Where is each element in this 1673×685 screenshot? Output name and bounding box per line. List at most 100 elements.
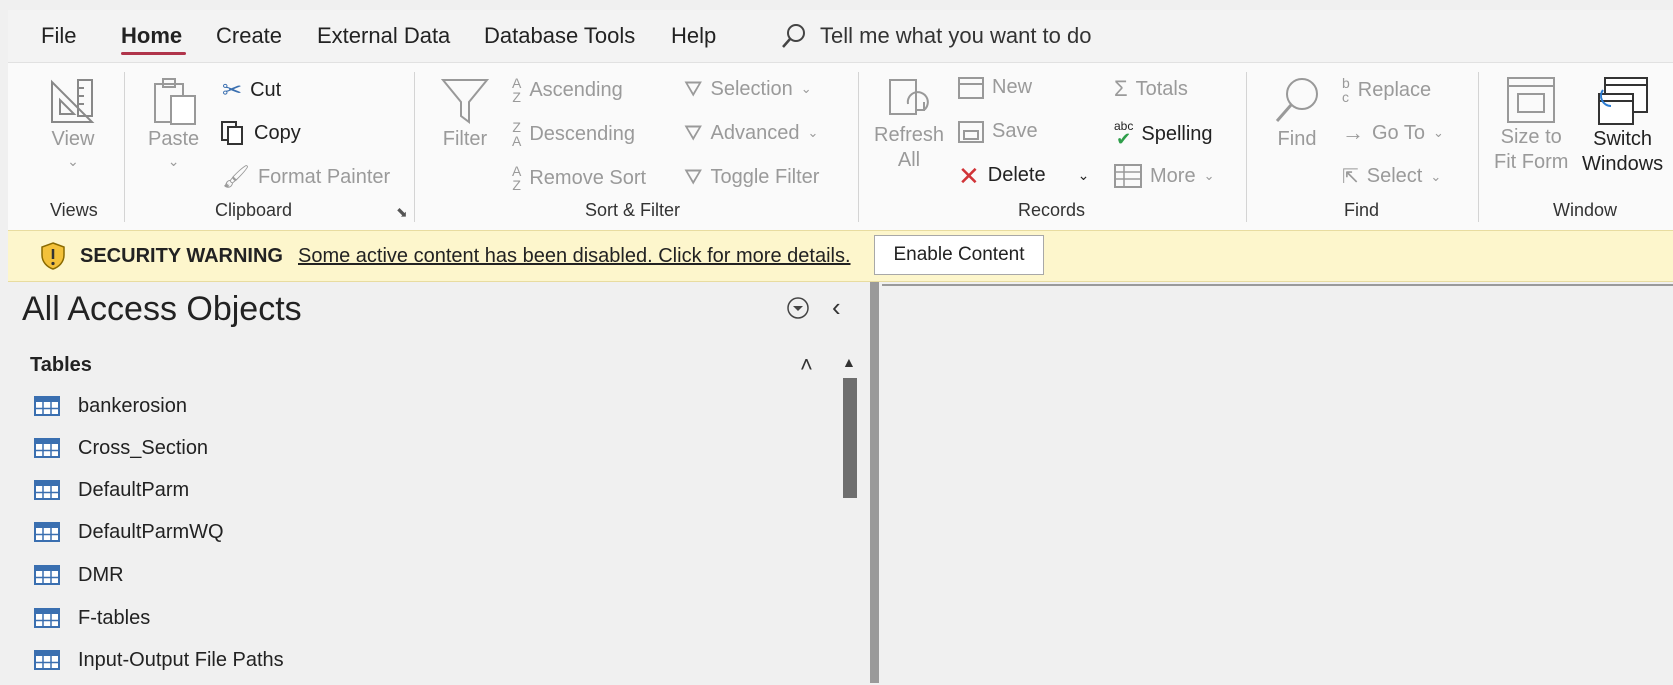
table-icon (34, 396, 60, 416)
spelling-label: Spelling (1141, 122, 1213, 145)
advanced-button[interactable]: ⛛ Advanced ⌄ (684, 120, 818, 146)
refresh-label-line2: All (897, 149, 921, 171)
toggle-filter-icon: ⛛ (684, 164, 703, 189)
list-item[interactable]: Cross_Section (34, 431, 208, 465)
nav-scrollbar[interactable]: ▲ (838, 352, 860, 683)
copy-button[interactable]: Copy (220, 120, 301, 146)
remove-sort-button[interactable]: AZ Remove Sort (512, 164, 646, 192)
list-item[interactable]: Input-Output File Paths (34, 643, 284, 677)
more-button[interactable]: More ⌄ (1114, 164, 1214, 188)
new-record-icon (958, 76, 984, 99)
totals-button[interactable]: Σ Totals (1114, 76, 1188, 102)
shutter-bar-close-icon[interactable]: ‹ (832, 292, 841, 323)
security-warning-bar: SECURITY WARNING Some active content has… (8, 230, 1673, 282)
tell-me-search[interactable]: Tell me what you want to do (780, 22, 1091, 50)
chevron-down-icon: ⌄ (1203, 168, 1215, 183)
cut-button[interactable]: ✂ Cut (222, 76, 281, 105)
scrollbar-thumb[interactable] (843, 378, 857, 498)
menu-database-tools[interactable]: Database Tools (484, 23, 635, 49)
replace-icon: bc (1342, 75, 1350, 105)
list-item[interactable]: DefaultParm (34, 473, 189, 507)
security-warning-title: SECURITY WARNING (80, 245, 283, 267)
delete-label: Delete (987, 164, 1046, 186)
go-to-button[interactable]: → Go To ⌄ (1342, 120, 1444, 146)
group-separator (1246, 72, 1247, 222)
new-label: New (992, 76, 1033, 98)
chevron-down-icon: ⌄ (1433, 125, 1444, 140)
filter-label: Filter (442, 128, 488, 150)
chevron-down-icon: ⌄ (800, 81, 812, 96)
list-item[interactable]: DMR (34, 558, 124, 592)
group-label-sort-filter: Sort & Filter (585, 200, 681, 220)
select-button[interactable]: ⇱ Select ⌄ (1342, 164, 1441, 189)
menu-create[interactable]: Create (216, 23, 282, 49)
go-to-label: Go To (1372, 121, 1425, 144)
group-label-clipboard: Clipboard (215, 200, 293, 220)
nav-pane-title[interactable]: All Access Objects (22, 290, 302, 329)
filter-button[interactable]: Filter (440, 76, 490, 151)
sort-ascending-icon: AZ (512, 75, 522, 105)
table-name: DefaultParm (78, 478, 190, 501)
menu-external-data[interactable]: External Data (317, 23, 450, 49)
paste-button[interactable]: Paste ⌄ (148, 76, 199, 170)
new-record-button[interactable]: New (958, 76, 1032, 99)
pane-splitter[interactable] (870, 282, 879, 683)
delete-record-button[interactable]: ✕ Delete ⌄ (958, 163, 1089, 189)
refresh-icon (889, 79, 929, 115)
table-icon (34, 522, 60, 542)
tables-section-header[interactable]: Tables (30, 354, 92, 377)
ascending-label: Ascending (529, 78, 623, 101)
group-separator (1478, 72, 1479, 222)
format-painter-label: Format Painter (257, 165, 391, 188)
ascending-button[interactable]: AZ Ascending (512, 76, 623, 104)
enable-content-button[interactable]: Enable Content (874, 235, 1044, 275)
table-name: bankerosion (78, 394, 187, 417)
sigma-icon: Σ (1114, 76, 1128, 101)
find-button[interactable]: Find (1272, 76, 1322, 151)
collapse-chevron-icon[interactable]: ˄ (800, 352, 813, 378)
list-item[interactable]: DefaultParmWQ (34, 515, 224, 549)
list-item[interactable]: F-tables (34, 601, 150, 635)
save-record-button[interactable]: Save (958, 120, 1038, 143)
nav-menu-dropdown-icon[interactable] (786, 296, 810, 320)
design-view-icon (51, 79, 95, 123)
cursor-arrow-icon: ⇱ (1342, 166, 1359, 188)
menu-home[interactable]: Home (121, 23, 182, 49)
more-label: More (1150, 164, 1196, 187)
switch-windows-button[interactable]: Switch Windows (1582, 76, 1663, 176)
paste-icon (153, 78, 196, 125)
chevron-down-icon: ⌄ (807, 125, 819, 140)
descending-button[interactable]: ZA Descending (512, 120, 635, 148)
size-to-fit-icon (1507, 77, 1556, 123)
menu-file[interactable]: File (41, 23, 76, 49)
dialog-launcher-icon[interactable]: ⬊ (396, 204, 408, 221)
replace-button[interactable]: bc Replace (1342, 76, 1431, 104)
remove-sort-icon: AZ (512, 163, 522, 193)
chevron-down-icon: ⌄ (67, 153, 79, 169)
security-details-link[interactable]: Some active content has been disabled. C… (298, 245, 851, 268)
group-label-find: Find (1344, 200, 1380, 220)
group-separator (414, 72, 415, 222)
spelling-button[interactable]: abc ✔ Spelling (1114, 119, 1213, 149)
view-label: View (51, 128, 95, 150)
refresh-all-button[interactable]: Refresh All (874, 76, 944, 172)
copy-icon (221, 121, 243, 145)
funnel-icon (440, 79, 490, 124)
format-painter-button[interactable]: 🖌 Format Painter (222, 164, 390, 190)
active-tab-indicator (121, 52, 186, 55)
view-button[interactable]: View ⌄ (48, 76, 98, 170)
list-item[interactable]: bankerosion (34, 389, 187, 423)
format-painter-icon: 🖌 (222, 164, 250, 189)
scroll-up-arrow-icon[interactable]: ▲ (842, 354, 856, 370)
size-to-fit-form-button[interactable]: Size to Fit Form (1494, 76, 1568, 174)
toggle-filter-button[interactable]: ⛛ Toggle Filter (684, 164, 819, 190)
table-icon (34, 480, 60, 500)
selection-button[interactable]: ⛛ Selection ⌄ (684, 76, 812, 102)
save-label: Save (992, 120, 1038, 142)
group-separator (124, 72, 125, 222)
spelling-check-icon: abc ✔ (1114, 119, 1134, 149)
table-icon (34, 608, 60, 628)
menu-help[interactable]: Help (671, 23, 716, 49)
copy-label: Copy (254, 121, 301, 144)
toggle-filter-label: Toggle Filter (710, 165, 820, 188)
